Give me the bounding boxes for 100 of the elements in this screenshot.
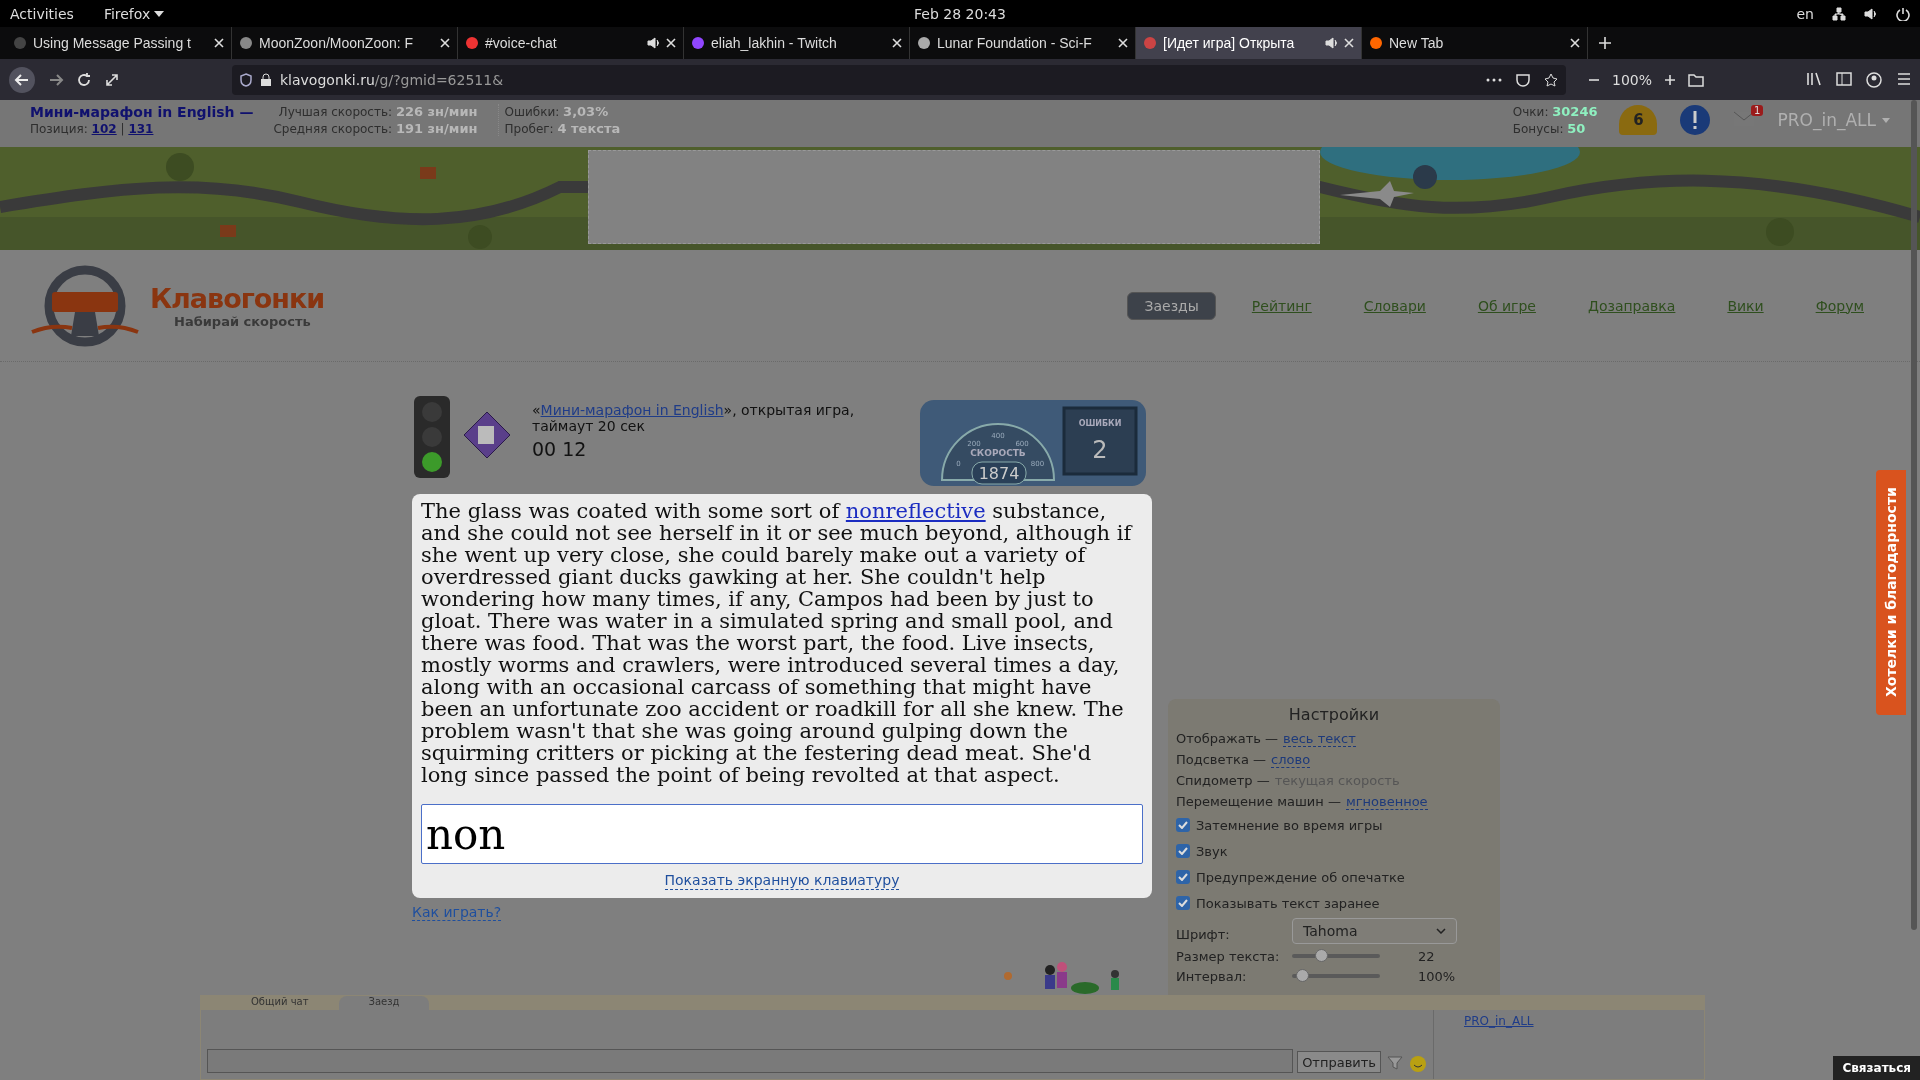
slider-label: Размер текста: bbox=[1176, 948, 1281, 964]
network-icon[interactable] bbox=[1832, 6, 1846, 21]
close-icon[interactable] bbox=[1118, 38, 1128, 48]
chat-input[interactable] bbox=[207, 1049, 1294, 1073]
chat-tab[interactable]: Общий чат bbox=[221, 996, 339, 1010]
smiley-icon[interactable] bbox=[1409, 1055, 1427, 1073]
keyboard-link[interactable]: Показать экранную клавиатуру bbox=[664, 872, 900, 890]
close-icon[interactable] bbox=[892, 38, 902, 48]
app-menu[interactable]: Firefox bbox=[103, 5, 165, 22]
more-icon[interactable] bbox=[1485, 77, 1502, 82]
position-link[interactable]: 102 bbox=[91, 122, 117, 136]
nav-link[interactable]: Словари bbox=[1347, 292, 1442, 319]
option-link[interactable]: слово bbox=[1271, 751, 1311, 768]
typing-field[interactable]: non bbox=[421, 804, 1143, 864]
close-icon[interactable] bbox=[666, 38, 676, 48]
account-icon[interactable] bbox=[1866, 71, 1882, 88]
slider-thumb[interactable] bbox=[1314, 949, 1328, 962]
mode-link[interactable]: Мини-марафон in English bbox=[540, 402, 724, 418]
option-label: Подсветка — bbox=[1176, 751, 1267, 769]
option-label: Отображать — bbox=[1176, 730, 1279, 748]
stat-value: 226 зн/мин bbox=[395, 104, 478, 119]
browser-tab[interactable]: [Идет игра] Открыта bbox=[1136, 27, 1362, 59]
info-icon[interactable] bbox=[1679, 104, 1712, 136]
volume-icon[interactable] bbox=[1864, 6, 1878, 21]
back-icon[interactable] bbox=[8, 65, 36, 94]
bonus-value: 50 bbox=[1567, 121, 1586, 136]
nav-link[interactable]: Форум bbox=[1799, 292, 1880, 319]
sidebar-icon[interactable] bbox=[1836, 71, 1852, 86]
checkbox[interactable] bbox=[1176, 870, 1190, 884]
star-icon[interactable] bbox=[1543, 72, 1558, 87]
activities-button[interactable]: Activities bbox=[10, 5, 74, 22]
shield-icon bbox=[240, 72, 252, 87]
checkbox[interactable] bbox=[1176, 844, 1190, 858]
speaker-icon[interactable] bbox=[1325, 37, 1338, 49]
bonus-label: Бонусы: bbox=[1512, 122, 1564, 136]
points-label: Очки: bbox=[1512, 105, 1549, 119]
checkbox-label: Звук bbox=[1196, 843, 1228, 859]
logo-name: Клавогонки bbox=[150, 282, 325, 314]
stat-label: Пробег: bbox=[504, 122, 554, 136]
slider-thumb[interactable] bbox=[1295, 969, 1309, 982]
zoom-in-button[interactable] bbox=[1664, 73, 1676, 86]
clock[interactable]: Feb 28 20:43 bbox=[914, 5, 1006, 22]
language-menu[interactable]: en bbox=[1796, 5, 1814, 22]
speed-value: 1874 bbox=[978, 464, 1020, 483]
stat-label: Лучшая скорость: bbox=[278, 105, 393, 119]
new-tab-button[interactable] bbox=[1598, 36, 1612, 50]
font-select[interactable]: Tahoma bbox=[1292, 918, 1457, 944]
dictionary-icon bbox=[462, 410, 512, 460]
errors-label: ОШИБКИ bbox=[1078, 419, 1122, 428]
position-link[interactable]: 131 bbox=[128, 122, 154, 136]
user-menu[interactable]: PRO_in_ALL bbox=[1777, 110, 1890, 130]
stat-value: 3,03% bbox=[563, 104, 609, 119]
send-button[interactable]: Отправить bbox=[1297, 1051, 1381, 1073]
position-label: Позиция: bbox=[30, 122, 88, 136]
game-description: «Мини-марафон in English», открытая игра, таймаут 20 сек bbox=[532, 402, 855, 434]
caret-icon bbox=[154, 10, 165, 17]
mail-count: 1 bbox=[1751, 104, 1764, 116]
library-icon[interactable] bbox=[1806, 71, 1822, 86]
power-icon[interactable] bbox=[1896, 6, 1910, 21]
forward-icon[interactable] bbox=[48, 71, 64, 88]
chat-tab[interactable]: Заезд bbox=[338, 996, 430, 1010]
nav-link[interactable]: Вики bbox=[1711, 292, 1780, 319]
option-link[interactable]: весь текст bbox=[1283, 730, 1356, 747]
feedback-tab[interactable]: Хотелки и благодарности bbox=[1876, 470, 1906, 715]
option-link[interactable]: мгновенное bbox=[1345, 793, 1428, 810]
checkbox[interactable] bbox=[1176, 818, 1190, 832]
nav-link[interactable]: Дозаправка bbox=[1571, 292, 1692, 319]
address-field[interactable]: klavogonki.ru/g/?gmid=62511& bbox=[232, 64, 1566, 95]
folder-icon[interactable] bbox=[1688, 72, 1704, 87]
checkbox[interactable] bbox=[1176, 896, 1190, 910]
nav-link[interactable]: Рейтинг bbox=[1235, 292, 1328, 319]
checkbox-label: Показывать текст заранее bbox=[1196, 895, 1380, 911]
separator: | bbox=[120, 122, 125, 136]
close-icon[interactable] bbox=[1570, 38, 1580, 48]
option-label: Перемещение машин — bbox=[1176, 793, 1341, 811]
nav-link[interactable]: Об игре bbox=[1461, 292, 1552, 319]
stat-label: Ошибки: bbox=[504, 105, 560, 119]
url-domain: klavogonki.ru bbox=[280, 71, 375, 88]
speaker-icon[interactable] bbox=[647, 37, 660, 49]
stat-value: 4 текста bbox=[557, 121, 621, 136]
contact-button[interactable]: Связаться bbox=[1833, 1056, 1920, 1080]
game-title[interactable]: Мини-марафон in English — bbox=[30, 104, 254, 120]
close-icon[interactable] bbox=[1344, 38, 1354, 48]
timer: 00 12 bbox=[532, 438, 588, 460]
level-badge: 6 bbox=[1619, 105, 1658, 135]
menu-icon[interactable] bbox=[1896, 71, 1912, 86]
caret-icon bbox=[1882, 117, 1890, 123]
lock-icon bbox=[260, 72, 272, 87]
font-label: Шрифт: bbox=[1176, 926, 1231, 942]
zoom-level[interactable]: 100% bbox=[1611, 71, 1652, 88]
race-text: The glass was coated with some sort of nonreflective substance, and she could not see herself in it or see much beyond, although if she went up very close, she could barely make out a variety of overdressed giant ducks gawking at her. She couldn't help wondering how many times, if any, Campos had been by just to gloat. There was water in a simulated spring and small pool, and there was food. That was the worst part, the food. Live insects, mostly worms and crawlers, were introduced several times a day, along with an occasional carcass of something that might have been an unfortunate zoo accident or roadkill for all she knew. The problem wasn't that she was going around gulping down the squirming critters or picking at the festering dead meat. She'd long since passed the point of being revolted at that aspect. bbox=[421, 500, 1134, 786]
close-icon[interactable] bbox=[440, 38, 450, 48]
expand-icon[interactable] bbox=[104, 71, 120, 88]
logo-slogan: Набирай скорость bbox=[174, 313, 312, 329]
close-icon[interactable] bbox=[214, 38, 224, 48]
pocket-icon[interactable] bbox=[1515, 72, 1530, 87]
chat-user[interactable]: PRO_in_ALL bbox=[1464, 1014, 1534, 1028]
reload-icon[interactable] bbox=[76, 71, 92, 88]
nav-link[interactable]: Заезды bbox=[1127, 291, 1216, 320]
speed-label: СКОРОСТЬ bbox=[970, 448, 1026, 458]
